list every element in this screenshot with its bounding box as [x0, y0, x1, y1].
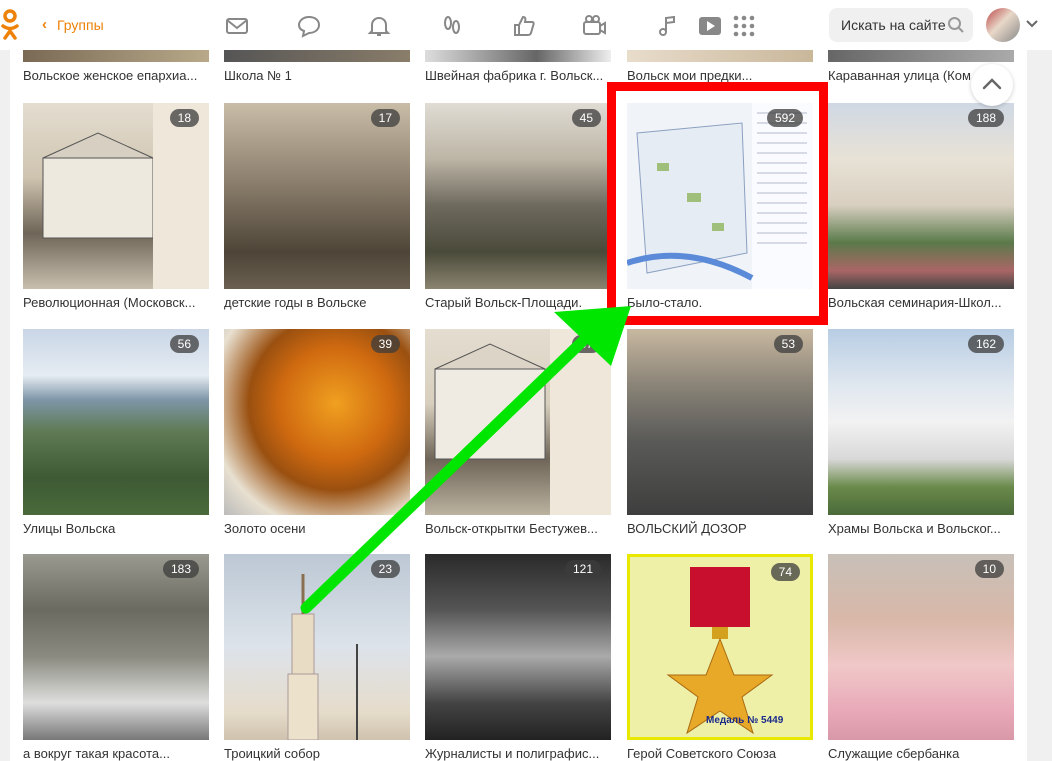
- album-tile[interactable]: 188 Вольская семинария-Школ...: [828, 103, 1014, 310]
- video-icon[interactable]: [697, 13, 723, 39]
- album-thumb[interactable]: 18: [23, 103, 209, 289]
- album-caption[interactable]: Улицы Вольска: [23, 521, 209, 536]
- search-input[interactable]: Искать на сайте: [829, 8, 973, 42]
- album-thumb[interactable]: [23, 50, 209, 62]
- album-tile[interactable]: 17 детские годы в Вольске: [224, 103, 410, 310]
- photo-count-badge: 53: [773, 335, 803, 353]
- chat-icon[interactable]: [296, 13, 322, 39]
- bell-icon[interactable]: [366, 13, 392, 39]
- album-thumb[interactable]: 53: [627, 329, 813, 515]
- album-tile[interactable]: 10 Служащие сбербанка: [828, 554, 1014, 761]
- album-thumb[interactable]: 17: [224, 103, 410, 289]
- photo-count-badge: 17: [370, 109, 400, 127]
- album-thumb[interactable]: 23: [224, 554, 410, 740]
- album-tile[interactable]: 37 Вольск-открытки Бестужев...: [425, 329, 611, 536]
- album-caption[interactable]: Школа № 1: [224, 68, 410, 83]
- album-caption[interactable]: Храмы Вольска и Вольског...: [828, 521, 1014, 536]
- album-caption[interactable]: Герой Советского Союза: [627, 746, 813, 761]
- album-thumb[interactable]: 162: [828, 329, 1014, 515]
- photo-count-badge: 592: [766, 109, 803, 127]
- apps-icon[interactable]: [731, 13, 757, 39]
- scroll-to-top-button[interactable]: [971, 64, 1013, 106]
- camera-icon[interactable]: [581, 13, 607, 39]
- album-tile[interactable]: 56 Улицы Вольска: [23, 329, 209, 536]
- album-tile[interactable]: 18 Революционная (Московск...: [23, 103, 209, 310]
- photo-count-badge: 56: [169, 335, 199, 353]
- chevron-down-icon[interactable]: [1025, 16, 1039, 30]
- album-tile[interactable]: 121 Журналисты и полиграфис...: [425, 554, 611, 761]
- album-thumb[interactable]: 45: [425, 103, 611, 289]
- album-thumb[interactable]: [627, 50, 813, 62]
- album-thumb[interactable]: 183: [23, 554, 209, 740]
- album-caption[interactable]: Было-стало.: [627, 295, 813, 310]
- album-caption[interactable]: Революционная (Московск...: [23, 295, 209, 310]
- album-tile[interactable]: 183 а вокруг такая красота...: [23, 554, 209, 761]
- album-tile[interactable]: 39 Золото осени: [224, 329, 410, 536]
- photo-count-badge: 183: [162, 560, 199, 578]
- album-caption[interactable]: Вольск-открытки Бестужев...: [425, 521, 611, 536]
- album-thumb[interactable]: 121: [425, 554, 611, 740]
- album-caption[interactable]: а вокруг такая красота...: [23, 746, 209, 761]
- album-caption[interactable]: Вольская семинария-Школ...: [828, 295, 1014, 310]
- album-thumb[interactable]: 10: [828, 554, 1014, 740]
- album-caption[interactable]: ВОЛЬСКИЙ ДОЗОР: [627, 521, 813, 536]
- photo-count-badge: 45: [571, 109, 601, 127]
- photo-count-badge: 23: [370, 560, 400, 578]
- album-tile[interactable]: 45 Старый Вольск-Площади.: [425, 103, 611, 310]
- album-thumb[interactable]: [425, 50, 611, 62]
- album-caption[interactable]: Вольское женское епархиа...: [23, 68, 209, 83]
- album-thumb[interactable]: [828, 50, 1014, 62]
- back-to-groups-link[interactable]: ‹ Группы: [42, 16, 104, 33]
- music-icon[interactable]: [655, 13, 681, 39]
- photo-count-badge: 18: [169, 109, 199, 127]
- album-caption[interactable]: Журналисты и полиграфис...: [425, 746, 611, 761]
- album-thumb[interactable]: 37: [425, 329, 611, 515]
- photo-count-badge: 188: [967, 109, 1004, 127]
- user-avatar[interactable]: [986, 8, 1020, 42]
- album-tile[interactable]: 592 Было-стало.: [627, 103, 813, 310]
- album-caption[interactable]: Вольск мои предки...: [627, 68, 813, 83]
- back-label: Группы: [57, 16, 104, 33]
- photo-count-badge: 162: [967, 335, 1004, 353]
- album-tile[interactable]: 74 Герой Советского Союза: [627, 554, 813, 761]
- album-caption[interactable]: Служащие сбербанка: [828, 746, 1014, 761]
- album-thumb[interactable]: 592: [627, 103, 813, 289]
- photo-count-badge: 37: [571, 335, 601, 353]
- album-tile[interactable]: 53 ВОЛЬСКИЙ ДОЗОР: [627, 329, 813, 536]
- album-caption[interactable]: Швейная фабрика г. Вольск...: [425, 68, 611, 83]
- album-thumb[interactable]: 188: [828, 103, 1014, 289]
- album-tile[interactable]: 23 Троицкий собор: [224, 554, 410, 761]
- album-caption[interactable]: Золото осени: [224, 521, 410, 536]
- top-bar: ‹ Группы Искать на сайте: [0, 0, 1052, 50]
- album-caption[interactable]: Старый Вольск-Площади.: [425, 295, 611, 310]
- ok-logo-icon[interactable]: [0, 9, 20, 41]
- album-caption[interactable]: детские годы в Вольске: [224, 295, 410, 310]
- album-tile[interactable]: 162 Храмы Вольска и Вольског...: [828, 329, 1014, 536]
- search-placeholder: Искать на сайте: [841, 17, 946, 33]
- chevron-left-icon: ‹: [42, 16, 47, 33]
- album-thumb[interactable]: 74: [627, 554, 813, 740]
- photo-count-badge: 74: [770, 563, 800, 581]
- album-caption[interactable]: Троицкий собор: [224, 746, 410, 761]
- album-thumb[interactable]: 39: [224, 329, 410, 515]
- photo-count-badge: 10: [974, 560, 1004, 578]
- guests-icon[interactable]: [439, 13, 465, 39]
- medal-number-label: Медаль № 5449: [706, 715, 784, 726]
- album-thumb[interactable]: [224, 50, 410, 62]
- mail-icon[interactable]: [224, 13, 250, 39]
- album-thumb[interactable]: 56: [23, 329, 209, 515]
- search-icon[interactable]: [947, 16, 965, 34]
- photo-count-badge: 39: [370, 335, 400, 353]
- photo-count-badge: 121: [564, 560, 601, 578]
- like-icon[interactable]: [511, 13, 537, 39]
